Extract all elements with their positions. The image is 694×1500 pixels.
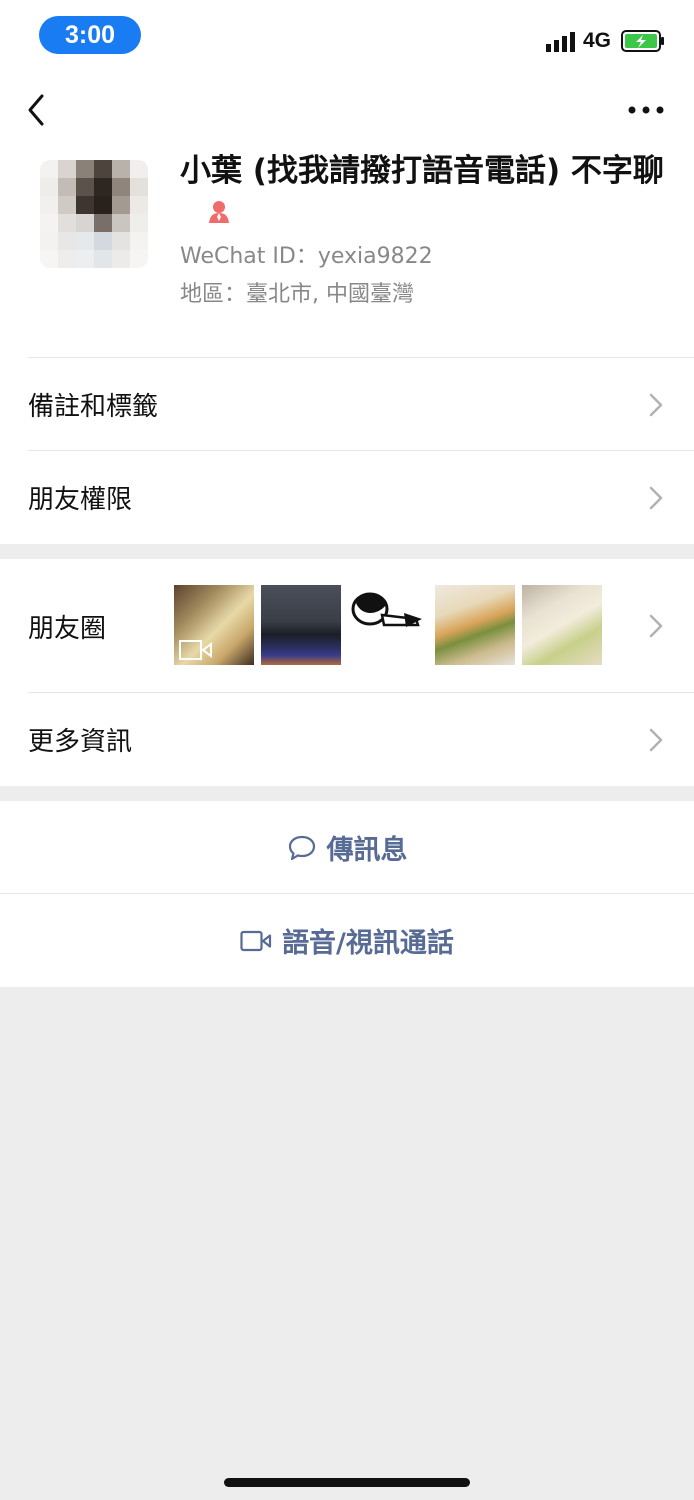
video-call-icon (240, 930, 272, 951)
more-info-row[interactable]: 更多資訊 (0, 693, 694, 786)
battery-charging-icon (621, 30, 664, 52)
back-icon[interactable] (22, 92, 52, 128)
status-bar: 3:00 4G (0, 0, 694, 76)
moments-row[interactable]: 朋友圈 (0, 559, 694, 693)
moment-thumb-sticker[interactable] (348, 585, 428, 665)
remarks-tags-row[interactable]: 備註和標籤 (0, 358, 694, 451)
moments-label: 朋友圈 (28, 613, 107, 644)
chevron-right-icon (649, 614, 663, 638)
female-icon (209, 201, 229, 223)
more-info-label: 更多資訊 (28, 727, 133, 757)
more-options-icon[interactable] (626, 100, 666, 120)
chevron-right-icon (649, 728, 663, 751)
send-message-button[interactable]: 傳訊息 (0, 801, 694, 894)
moment-thumb-video[interactable] (174, 585, 254, 665)
signal-icon (546, 32, 575, 52)
chevron-right-icon (649, 486, 663, 509)
contact-name-text: 小葉 (找我請撥打語音電話) 不字聊 (180, 153, 664, 189)
sticker-drawing (351, 592, 422, 627)
region: 地區：臺北市, 中國臺灣 (180, 282, 414, 307)
home-indicator[interactable] (224, 1478, 470, 1487)
avatar[interactable] (40, 160, 148, 268)
moment-thumb-food-2[interactable] (522, 585, 602, 665)
moment-thumb-food-1[interactable] (435, 585, 515, 665)
remarks-tags-label: 備註和標籤 (28, 392, 159, 422)
settings-section: 備註和標籤 朋友權限 (0, 358, 694, 544)
friend-permissions-row[interactable]: 朋友權限 (0, 451, 694, 544)
moments-thumbnails (174, 585, 602, 665)
moment-thumb-night-city[interactable] (261, 585, 341, 665)
voice-video-call-button[interactable]: 語音/視訊通話 (0, 894, 694, 987)
chat-bubble-icon (288, 835, 315, 860)
friend-permissions-label: 朋友權限 (28, 485, 133, 515)
profile-header: 小葉 (找我請撥打語音電話) 不字聊 WeChat ID：yexia9822 地… (0, 76, 694, 358)
chevron-right-icon (649, 393, 663, 416)
video-icon (179, 640, 212, 660)
actions-section: 傳訊息 語音/視訊通話 (0, 801, 694, 987)
wechat-id: WeChat ID：yexia9822 (180, 244, 433, 269)
info-section: 朋友圈 更多資訊 (0, 559, 694, 786)
network-type: 4G (583, 29, 612, 52)
contact-name: 小葉 (找我請撥打語音電話) 不字聊 (180, 150, 670, 234)
status-time: 3:00 (39, 16, 141, 54)
send-message-label: 傳訊息 (326, 835, 408, 866)
voice-video-call-label: 語音/視訊通話 (282, 928, 454, 959)
